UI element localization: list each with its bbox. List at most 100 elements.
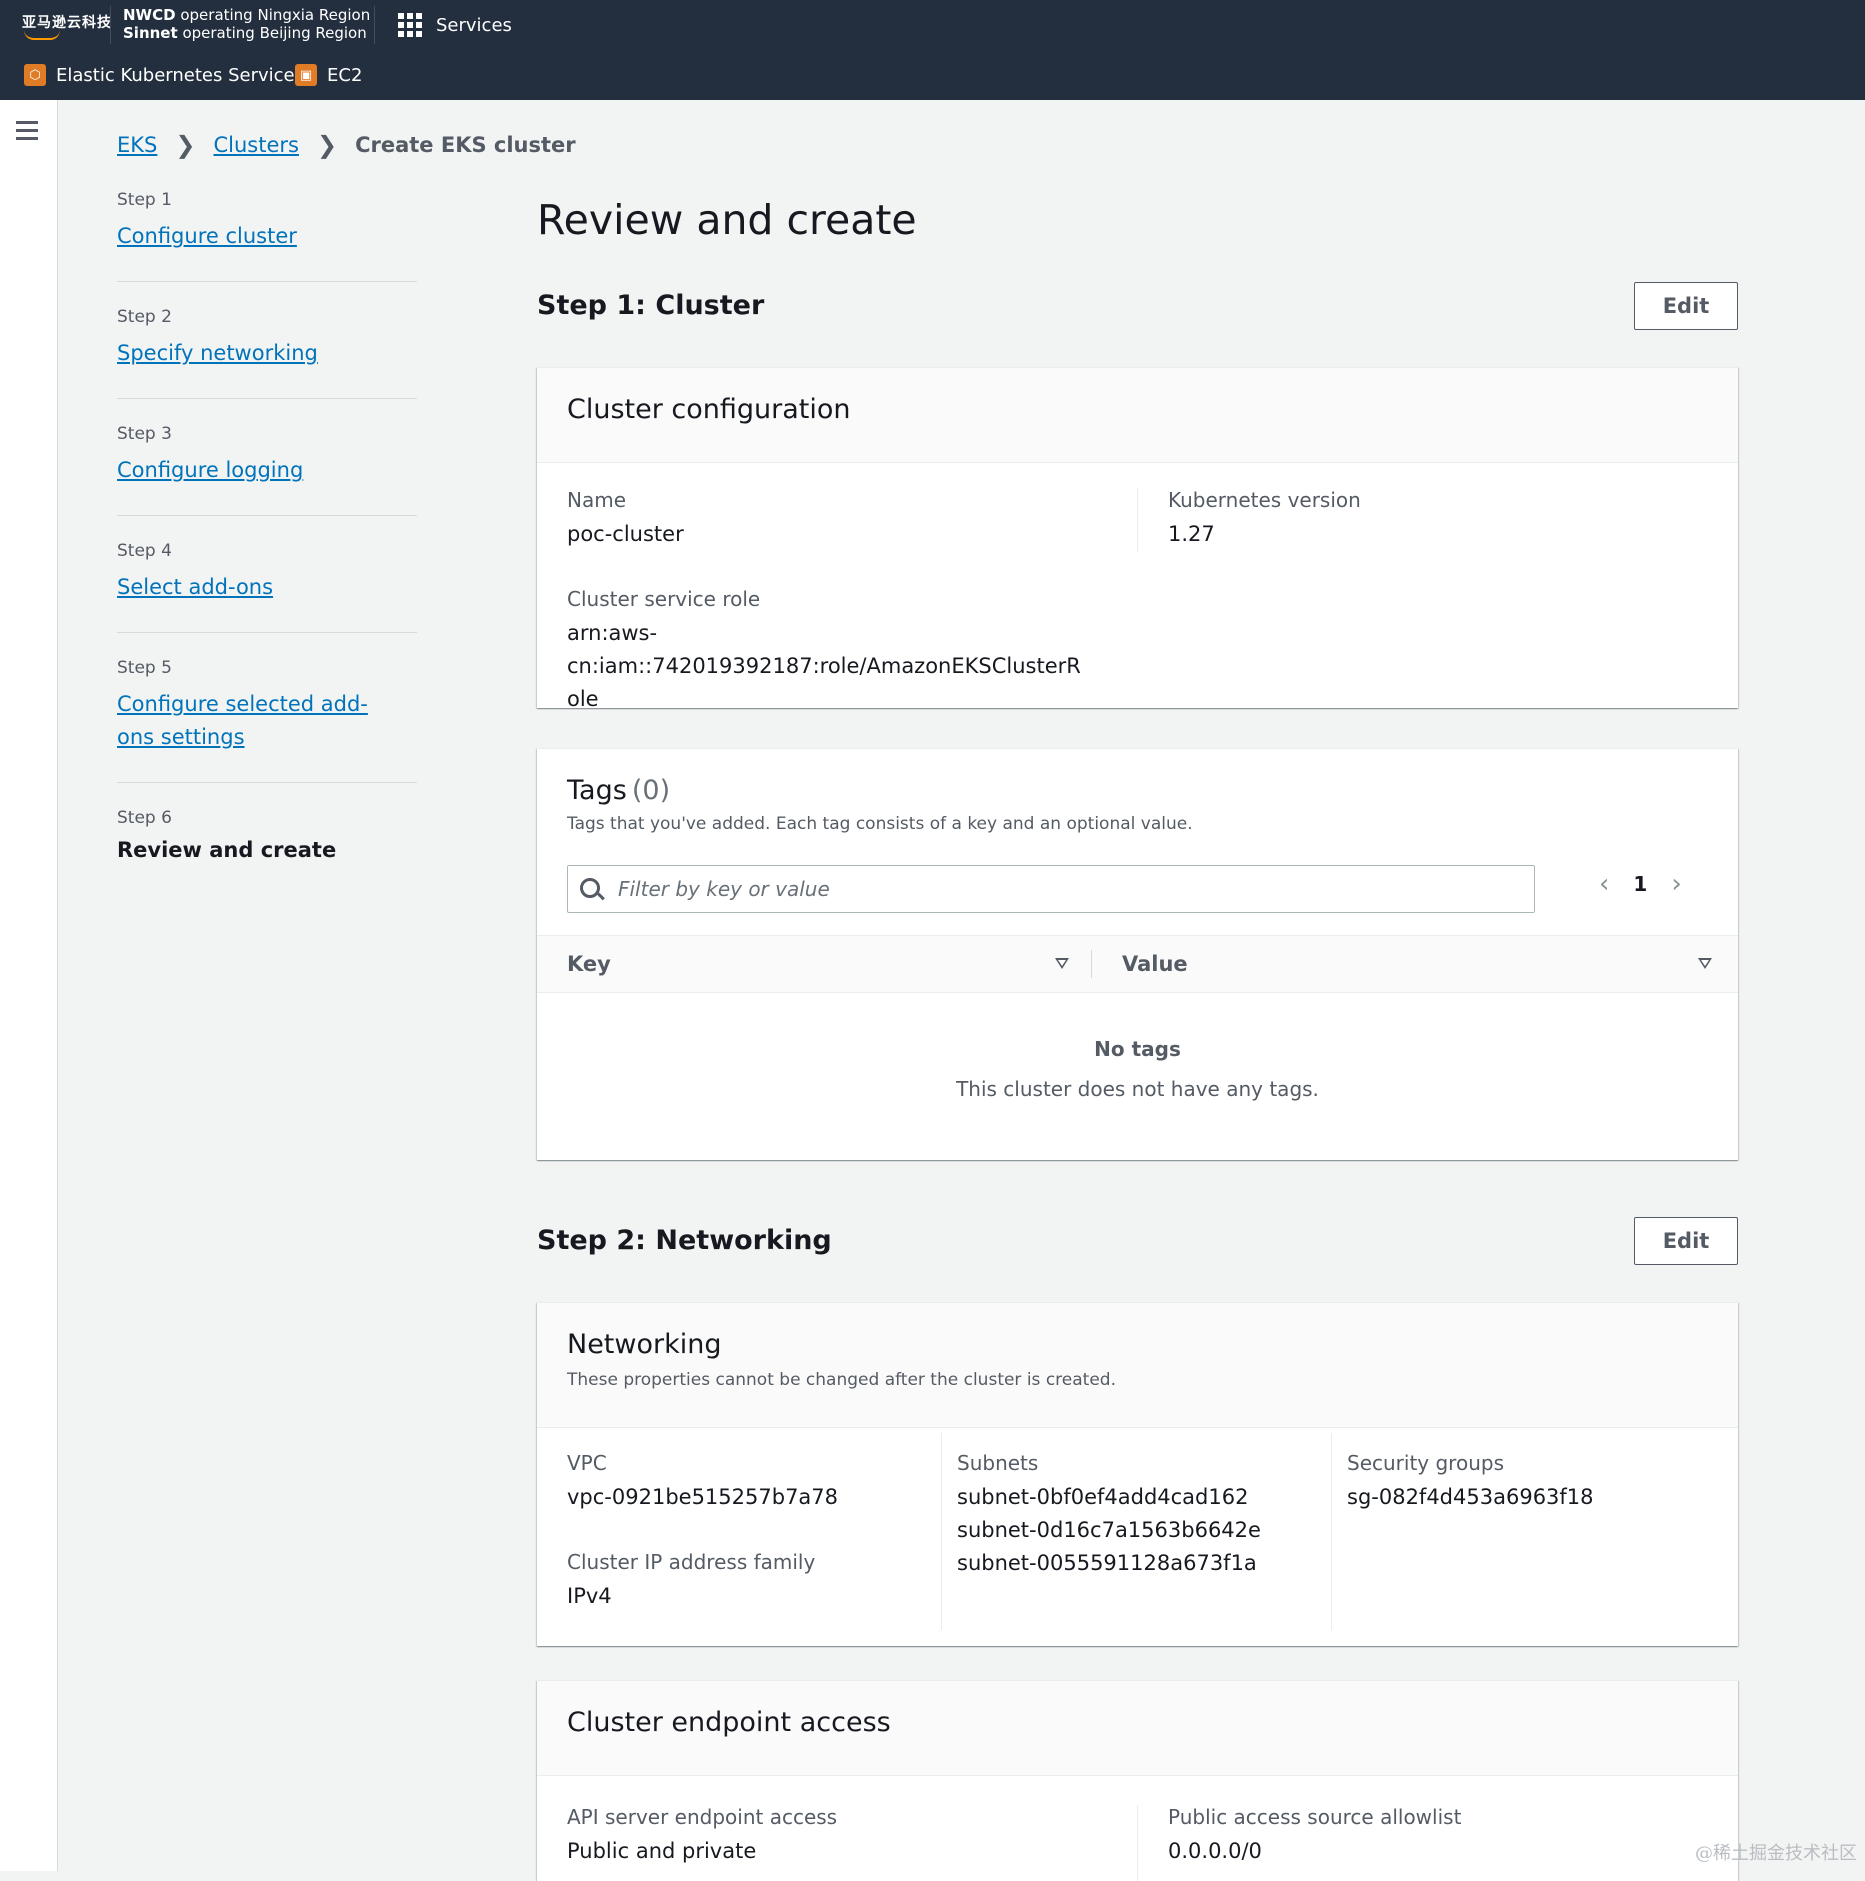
console-logo[interactable]: 亚马逊云科技 — [22, 12, 112, 32]
tags-title: Tags — [567, 775, 627, 806]
column-header-key[interactable]: Key — [567, 936, 611, 992]
step-link-configure-addons-settings[interactable]: Configure selected add-ons settings — [117, 688, 397, 754]
page-number[interactable]: 1 — [1633, 872, 1647, 896]
step2-header: Step 2: Networking Edit — [537, 1217, 1738, 1265]
chevron-right-icon: ❯ — [175, 131, 196, 159]
tags-filter-input[interactable] — [616, 872, 1520, 906]
region-line1-text: operating Ningxia Region — [180, 6, 371, 24]
field-label: Security groups — [1347, 1451, 1504, 1475]
favorite-ec2[interactable]: ▣ EC2 — [295, 64, 362, 86]
breadcrumb-current: Create EKS cluster — [355, 133, 576, 157]
wizard-step: Step 2 Specify networking — [117, 307, 417, 399]
step-number: Step 1 — [117, 190, 172, 210]
ip-family-value: IPv4 — [567, 1584, 612, 1608]
wizard-step: Step 5 Configure selected add-ons settin… — [117, 658, 417, 783]
cluster-service-role-value: arn:aws-cn:iam::742019392187:role/Amazon… — [567, 621, 1081, 711]
step-link-select-addons[interactable]: Select add-ons — [117, 571, 417, 604]
step1-header: Step 1: Cluster Edit — [537, 282, 1738, 330]
step-link-configure-logging[interactable]: Configure logging — [117, 454, 417, 487]
step-number: Step 3 — [117, 424, 172, 444]
column-header-value[interactable]: Value — [1122, 936, 1188, 992]
breadcrumb-eks[interactable]: EKS — [117, 133, 157, 157]
hamburger-menu-icon[interactable] — [16, 121, 38, 145]
empty-title: No tags — [1094, 1037, 1181, 1061]
field-label: API server endpoint access — [567, 1805, 838, 1829]
watermark: @稀土掘金技术社区 — [1695, 1843, 1857, 1864]
cluster-service-role-field: Cluster service role arn:aws-cn:iam::742… — [567, 587, 1087, 716]
api-endpoint-access-value: Public and private — [567, 1839, 757, 1863]
region-selector[interactable]: NWCD operating Ningxia Region Sinnet ope… — [123, 6, 370, 42]
sort-icon[interactable] — [1055, 958, 1069, 969]
column-divider — [941, 1433, 942, 1630]
tags-count: (0) — [631, 775, 671, 806]
column-divider — [1137, 1805, 1138, 1881]
column-divider — [1331, 1433, 1332, 1630]
column-divider — [1091, 950, 1092, 978]
services-grid-icon — [398, 13, 422, 37]
ec2-icon: ▣ — [295, 64, 317, 86]
step-current-review: Review and create — [117, 838, 337, 862]
column-divider — [1137, 488, 1138, 552]
pagination: ‹ 1 › — [1599, 869, 1682, 899]
wizard-step: Step 4 Select add-ons — [117, 541, 417, 633]
nav-divider — [110, 6, 111, 44]
card-description: These properties cannot be changed after… — [567, 1370, 1116, 1390]
vpc-field: VPC vpc-0921be515257b7a78 — [567, 1451, 838, 1514]
edit-step1-button[interactable]: Edit — [1634, 282, 1738, 330]
card-title: Cluster configuration — [567, 394, 851, 425]
eks-icon: ⬡ — [24, 64, 46, 86]
cluster-name-value: poc-cluster — [567, 522, 684, 546]
favorites-bar: ⬡ Elastic Kubernetes Service ▣ EC2 — [0, 56, 1865, 96]
wizard-step: Step 3 Configure logging — [117, 424, 417, 516]
top-navigation-primary: 亚马逊云科技 NWCD operating Ningxia Region Sin… — [0, 0, 1865, 50]
public-access-allowlist-field: Public access source allowlist 0.0.0.0/0 — [1168, 1805, 1461, 1868]
step-number: Step 6 — [117, 808, 172, 828]
subnets-field: Subnets subnet-0bf0ef4add4cad162 subnet-… — [957, 1451, 1261, 1580]
card-title: Networking — [567, 1329, 722, 1360]
empty-description: This cluster does not have any tags. — [956, 1077, 1319, 1101]
subnet-value: subnet-0bf0ef4add4cad162 — [957, 1485, 1249, 1509]
field-label: Name — [567, 488, 627, 512]
side-navigation-rail — [0, 100, 58, 1871]
nav-divider — [374, 6, 375, 44]
chevron-right-icon: ❯ — [316, 131, 338, 159]
region-line2-text: operating Beijing Region — [182, 24, 367, 42]
breadcrumb-clusters[interactable]: Clusters — [213, 133, 298, 157]
field-label: Subnets — [957, 1451, 1039, 1475]
wizard-step: Step 1 Configure cluster — [117, 190, 417, 282]
step-number: Step 2 — [117, 307, 172, 327]
card-header: Cluster configuration — [537, 368, 1738, 463]
api-endpoint-access-field: API server endpoint access Public and pr… — [567, 1805, 837, 1868]
security-group-value: sg-082f4d453a6963f18 — [1347, 1485, 1594, 1509]
cluster-name-field: Name poc-cluster — [567, 488, 1127, 551]
favorite-eks[interactable]: ⬡ Elastic Kubernetes Service — [24, 64, 295, 86]
step1-heading: Step 1: Cluster — [537, 290, 765, 321]
kubernetes-version-field: Kubernetes version 1.27 — [1168, 488, 1668, 551]
sort-icon[interactable] — [1698, 958, 1712, 969]
cluster-configuration-card: Cluster configuration Name poc-cluster K… — [537, 367, 1738, 711]
top-navigation: 亚马逊云科技 NWCD operating Ningxia Region Sin… — [0, 0, 1865, 100]
chevron-left-icon[interactable]: ‹ — [1599, 869, 1609, 899]
field-label: Public access source allowlist — [1168, 1805, 1462, 1829]
tags-filter-field[interactable] — [567, 865, 1535, 913]
public-access-allowlist-value: 0.0.0.0/0 — [1168, 1839, 1262, 1863]
field-label: Cluster service role — [567, 587, 761, 611]
cluster-endpoint-access-card: Cluster endpoint access API server endpo… — [537, 1680, 1738, 1881]
services-menu-button[interactable]: Services — [398, 10, 512, 40]
field-label: VPC — [567, 1451, 607, 1475]
security-groups-field: Security groups sg-082f4d453a6963f18 — [1347, 1451, 1594, 1514]
networking-card: Networking These properties cannot be ch… — [537, 1302, 1738, 1646]
tags-description: Tags that you've added. Each tag consist… — [567, 814, 1193, 834]
search-icon — [580, 878, 600, 898]
chevron-right-icon[interactable]: › — [1671, 869, 1681, 899]
edit-step2-button[interactable]: Edit — [1634, 1217, 1738, 1265]
main-content: Review and create Step 1: Cluster Edit C… — [537, 190, 1738, 1881]
field-label: Kubernetes version — [1168, 488, 1361, 512]
wizard-step: Step 6 Review and create — [117, 808, 417, 890]
step-link-specify-networking[interactable]: Specify networking — [117, 337, 417, 370]
tags-empty-state: No tags This cluster does not have any t… — [537, 1037, 1738, 1101]
kubernetes-version-value: 1.27 — [1168, 522, 1215, 546]
vpc-value: vpc-0921be515257b7a78 — [567, 1485, 839, 1509]
region-line2-org: Sinnet — [123, 24, 178, 42]
step-link-configure-cluster[interactable]: Configure cluster — [117, 220, 417, 253]
